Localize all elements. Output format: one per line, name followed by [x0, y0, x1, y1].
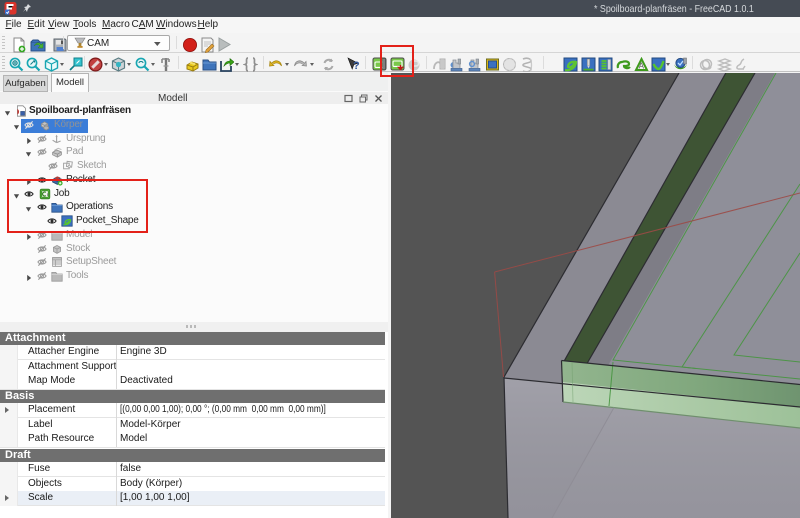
svg-text:A: A: [638, 62, 644, 71]
svg-text:?: ?: [353, 60, 360, 72]
